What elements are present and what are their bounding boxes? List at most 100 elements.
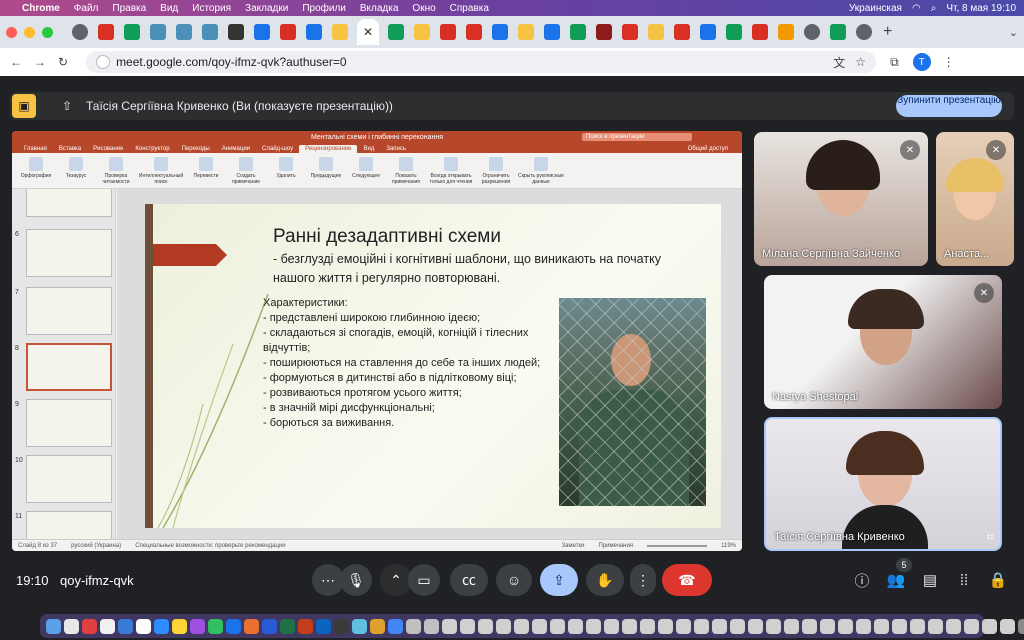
- slide-thumbnail[interactable]: [26, 189, 112, 217]
- tab-favicon[interactable]: [674, 24, 690, 40]
- dock-app-icon[interactable]: [334, 618, 349, 634]
- dock-app-icon[interactable]: [982, 618, 997, 634]
- tab-favicon[interactable]: [544, 24, 560, 40]
- dock-app-icon[interactable]: [460, 618, 475, 634]
- emoji-reactions-icon[interactable]: ☺: [496, 564, 532, 596]
- dock-app-icon[interactable]: [226, 618, 241, 634]
- tab-favicon[interactable]: [414, 24, 430, 40]
- ppt-tab[interactable]: Конструктор: [129, 145, 175, 153]
- dock-app-icon[interactable]: [100, 618, 115, 634]
- menu-view[interactable]: Вид: [160, 3, 178, 14]
- dock-app-icon[interactable]: [622, 618, 637, 634]
- dock-app-icon[interactable]: [586, 618, 601, 634]
- dock-app-icon[interactable]: [478, 618, 493, 634]
- tab-close-icon[interactable]: ✕: [363, 25, 373, 39]
- dock-app-icon[interactable]: [82, 618, 97, 634]
- tab-favicon[interactable]: [570, 24, 586, 40]
- slide-thumbnail[interactable]: [26, 229, 112, 277]
- dock-app-icon[interactable]: [442, 618, 457, 634]
- participant-tile[interactable]: ✕ Анаста...: [936, 132, 1014, 266]
- leave-call-button[interactable]: ☎: [662, 564, 712, 596]
- camera-icon[interactable]: ▭: [408, 564, 440, 596]
- dock-app-icon[interactable]: [874, 618, 889, 634]
- ribbon-next[interactable]: Следующее: [346, 157, 386, 179]
- ppt-tab[interactable]: Запись: [380, 145, 412, 153]
- ppt-tab[interactable]: Главная: [18, 145, 53, 153]
- ppt-tab[interactable]: Слайд-шоу: [256, 145, 299, 153]
- dock-app-icon[interactable]: [190, 618, 205, 634]
- ppt-tab[interactable]: Вставка: [53, 145, 87, 153]
- ppt-tab[interactable]: Переходы: [176, 145, 216, 153]
- tab-favicon[interactable]: [492, 24, 508, 40]
- reframe-icon[interactable]: ⌗: [987, 529, 994, 545]
- dock-app-icon[interactable]: [172, 618, 187, 634]
- clock[interactable]: Чт, 8 мая 19:10: [946, 3, 1016, 14]
- keyboard-layout[interactable]: Украинская: [849, 3, 902, 14]
- tab-favicon[interactable]: [440, 24, 456, 40]
- chat-icon[interactable]: ▤: [918, 568, 942, 592]
- dock-app-icon[interactable]: [802, 618, 817, 634]
- tab-favicon[interactable]: [622, 24, 638, 40]
- tab-favicon[interactable]: [466, 24, 482, 40]
- ribbon-new-comment[interactable]: Создать примечание: [226, 157, 266, 185]
- tab-favicon[interactable]: [150, 24, 166, 40]
- dock-app-icon[interactable]: [244, 618, 259, 634]
- address-bar[interactable]: meet.google.com/qoy-ifmz-qvk?authuser=0 …: [86, 51, 877, 73]
- meeting-info-icon[interactable]: ⓘ: [850, 568, 874, 592]
- dock-app-icon[interactable]: [838, 618, 853, 634]
- bookmark-star-icon[interactable]: ☆: [855, 55, 866, 69]
- extensions-icon[interactable]: ⧉: [890, 55, 899, 70]
- ppt-tab[interactable]: Рисование: [87, 145, 129, 153]
- dock-app-icon[interactable]: [64, 618, 79, 634]
- dock-app-icon[interactable]: [352, 618, 367, 634]
- dock-app-icon[interactable]: [532, 618, 547, 634]
- participant-tile-self[interactable]: Таїсія Сергіївна Кривенко ⌗: [764, 417, 1002, 551]
- status-notes[interactable]: Заметки: [562, 543, 585, 549]
- tab-favicon[interactable]: [176, 24, 192, 40]
- menu-bookmarks[interactable]: Закладки: [245, 3, 288, 14]
- tab-favicon[interactable]: [98, 24, 114, 40]
- ribbon-show-comments[interactable]: Показать примечания: [386, 157, 426, 185]
- slide-thumbnail-selected[interactable]: [26, 343, 112, 391]
- dock-app-icon[interactable]: [298, 618, 313, 634]
- tab-favicon[interactable]: [124, 24, 140, 40]
- dock-app-icon[interactable]: [496, 618, 511, 634]
- ppt-search-input[interactable]: Поиск в презентации: [582, 133, 692, 141]
- menu-file[interactable]: Файл: [74, 3, 99, 14]
- raise-hand-icon[interactable]: ✋: [586, 564, 624, 596]
- tab-search-icon[interactable]: ⌄: [1009, 26, 1018, 39]
- dock-app-icon[interactable]: [280, 618, 295, 634]
- minimize-window-button[interactable]: [24, 26, 35, 38]
- participant-tile[interactable]: ✕ Nastya Shestopal: [764, 275, 1002, 409]
- slide-thumbnail[interactable]: [26, 455, 112, 503]
- app-menu[interactable]: Chrome: [22, 3, 60, 14]
- tab-favicon[interactable]: [228, 24, 244, 40]
- tab-favicon[interactable]: [700, 24, 716, 40]
- forward-icon[interactable]: →: [34, 55, 46, 69]
- ribbon-thesaurus[interactable]: Тезаурус: [56, 157, 96, 179]
- tab-favicon[interactable]: [72, 24, 88, 40]
- ribbon-hide-ink[interactable]: Скрыть рукописные данные: [516, 157, 566, 185]
- dock-app-icon[interactable]: [568, 618, 583, 634]
- ribbon-accessibility[interactable]: Проверка читаемости: [96, 157, 136, 185]
- dock-app-icon[interactable]: [910, 618, 925, 634]
- dock-app-icon[interactable]: [676, 618, 691, 634]
- ppt-share-button[interactable]: Общий доступ: [682, 145, 734, 153]
- dock-app-icon[interactable]: [370, 618, 385, 634]
- dock-app-icon[interactable]: [946, 618, 961, 634]
- slide-thumbnail[interactable]: [26, 511, 112, 539]
- participant-tile[interactable]: ✕ Мілана Сергіївна Зайченко: [754, 132, 928, 266]
- tab-favicon[interactable]: [856, 24, 872, 40]
- ribbon-read-only[interactable]: Всегда открывать только для чтения: [426, 157, 476, 185]
- dock-app-icon[interactable]: [748, 618, 763, 634]
- dock-trash-icon[interactable]: [1018, 618, 1024, 634]
- ribbon-spelling[interactable]: Орфография: [16, 157, 56, 179]
- site-info-icon[interactable]: [96, 55, 111, 69]
- dock-app-icon[interactable]: [604, 618, 619, 634]
- dock-app-icon[interactable]: [262, 618, 277, 634]
- profile-avatar[interactable]: T: [912, 53, 931, 71]
- dock-app-icon[interactable]: [406, 618, 421, 634]
- menu-help[interactable]: Справка: [450, 3, 489, 14]
- dock-app-icon[interactable]: [658, 618, 673, 634]
- host-controls-icon[interactable]: 🔒: [986, 568, 1010, 592]
